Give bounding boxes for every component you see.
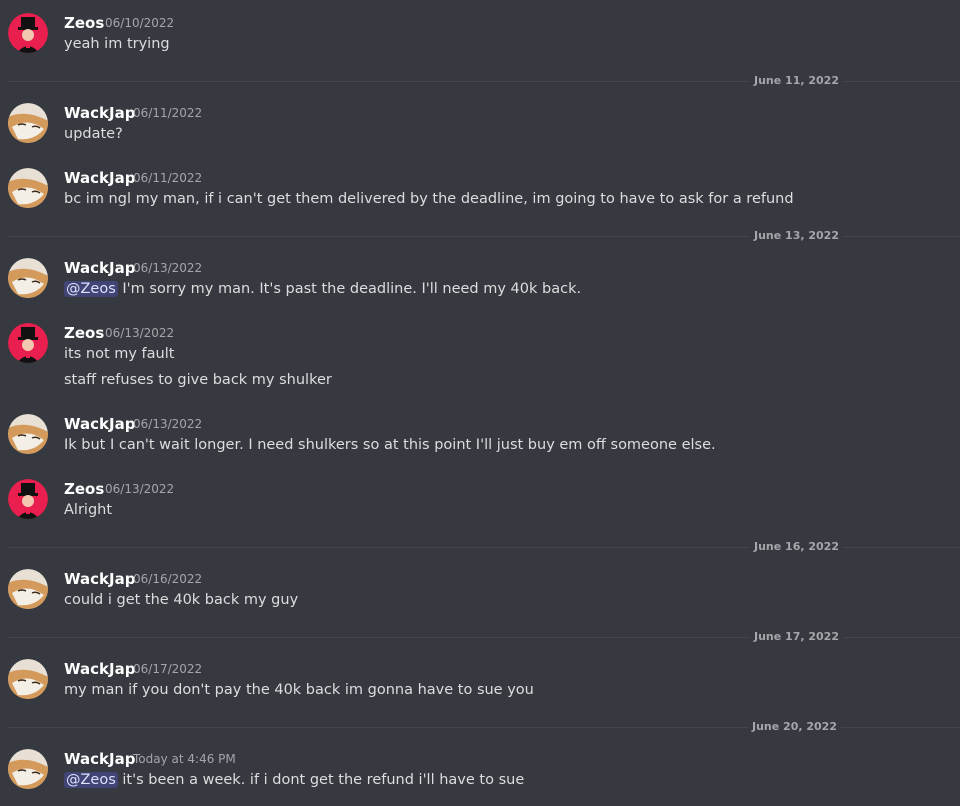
- shiba-avatar-icon[interactable]: [8, 168, 48, 208]
- user-mention[interactable]: @Zeos: [64, 772, 118, 788]
- shiba-avatar-icon[interactable]: [8, 659, 48, 699]
- message-timestamp: 06/17/2022: [133, 662, 203, 676]
- message-timestamp: 06/13/2022: [133, 417, 203, 431]
- zeos-avatar-icon[interactable]: [8, 479, 48, 519]
- message-text: Alright: [64, 502, 113, 518]
- message-text-body: it's been a week. if i dont get the refu…: [122, 772, 525, 788]
- zeos-avatar-icon[interactable]: [8, 323, 48, 363]
- message-timestamp: 06/11/2022: [133, 171, 203, 185]
- message-timestamp: 06/16/2022: [133, 572, 203, 586]
- message-text: yeah im trying: [64, 36, 170, 52]
- date-divider-label: June 16, 2022: [750, 540, 843, 554]
- message-timestamp: Today at 4:46 PM: [133, 752, 236, 766]
- zeos-avatar-icon[interactable]: [8, 13, 48, 53]
- message-timestamp: 06/13/2022: [105, 326, 175, 340]
- message-text-body: I'm sorry my man. It's past the deadline…: [122, 281, 582, 297]
- date-divider: June 20, 2022: [8, 720, 960, 734]
- message-timestamp: 06/13/2022: [105, 482, 175, 496]
- date-divider: June 11, 2022: [8, 74, 960, 88]
- date-divider-label: June 11, 2022: [750, 74, 843, 88]
- message-timestamp: 06/11/2022: [133, 106, 203, 120]
- chat-message-list: Zeos 06/10/2022 yeah im trying June 11, …: [0, 0, 960, 806]
- shiba-avatar-icon[interactable]: [8, 569, 48, 609]
- shiba-avatar-icon[interactable]: [8, 749, 48, 789]
- date-divider: June 13, 2022: [8, 229, 960, 243]
- date-divider: June 16, 2022: [8, 540, 960, 554]
- message-text: its not my fault: [64, 346, 175, 362]
- message-author[interactable]: Zeos: [64, 480, 104, 498]
- message-text: @Zeos it's been a week. if i dont get th…: [64, 770, 524, 790]
- message-timestamp: 06/10/2022: [105, 16, 175, 30]
- shiba-avatar-icon[interactable]: [8, 258, 48, 298]
- date-divider: June 17, 2022: [8, 630, 960, 644]
- message-text: @Zeos I'm sorry my man. It's past the de…: [64, 279, 581, 299]
- message-text: Ik but I can't wait longer. I need shulk…: [64, 437, 716, 453]
- message-author[interactable]: WackJap: [64, 660, 135, 678]
- message-author[interactable]: Zeos: [64, 324, 104, 342]
- message-text: update?: [64, 126, 123, 142]
- date-divider-label: June 20, 2022: [748, 720, 841, 734]
- message-author[interactable]: WackJap: [64, 570, 135, 588]
- message-timestamp: 06/13/2022: [133, 261, 203, 275]
- message-author[interactable]: Zeos: [64, 14, 104, 32]
- date-divider-label: June 13, 2022: [750, 229, 843, 243]
- message-author[interactable]: WackJap: [64, 415, 135, 433]
- user-mention[interactable]: @Zeos: [64, 281, 118, 297]
- message-author[interactable]: WackJap: [64, 169, 135, 187]
- message-text: staff refuses to give back my shulker: [64, 372, 332, 388]
- message-text: bc im ngl my man, if i can't get them de…: [64, 191, 794, 207]
- message-text: could i get the 40k back my guy: [64, 592, 299, 608]
- shiba-avatar-icon[interactable]: [8, 103, 48, 143]
- shiba-avatar-icon[interactable]: [8, 414, 48, 454]
- message-author[interactable]: WackJap: [64, 750, 135, 768]
- message-author[interactable]: WackJap: [64, 259, 135, 277]
- message-text: my man if you don't pay the 40k back im …: [64, 682, 534, 698]
- message-author[interactable]: WackJap: [64, 104, 135, 122]
- date-divider-label: June 17, 2022: [750, 630, 843, 644]
